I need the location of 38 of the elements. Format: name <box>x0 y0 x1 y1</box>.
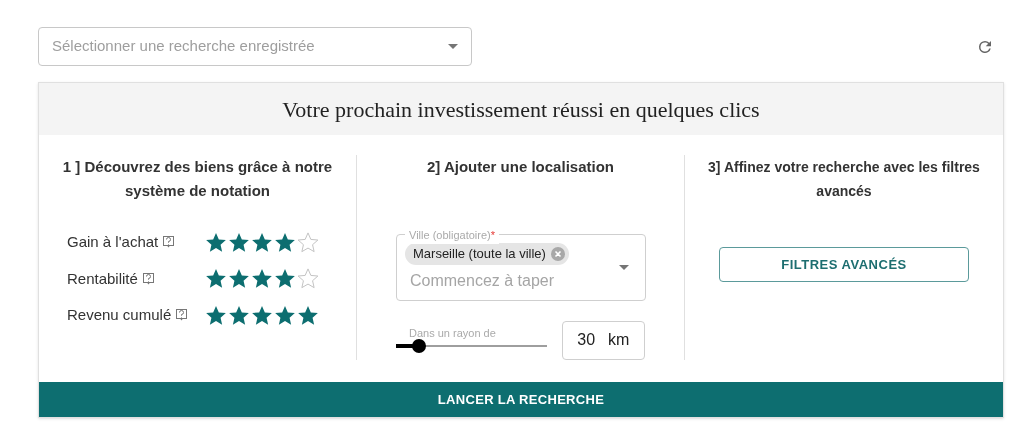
section-heading: 2] Ajouter une localisation <box>426 157 615 177</box>
advanced-filters-button[interactable]: FILTRES AVANCÉS <box>719 247 969 282</box>
section-heading: 1 ] Découvrez des biens grâce à notre système de notation <box>61 157 334 201</box>
star-icon <box>228 304 250 326</box>
star-icon <box>228 231 250 253</box>
rating-label: Gain à l'achat <box>67 232 159 252</box>
radius-field[interactable]: 30 km <box>562 320 645 360</box>
help-icon[interactable] <box>142 272 154 285</box>
star-icon <box>274 231 296 253</box>
launch-search-button[interactable]: LANCER LA RECHERCHE <box>39 382 1003 417</box>
star-icon <box>274 304 296 326</box>
remove-icon[interactable] <box>550 247 565 261</box>
city-input[interactable]: Commencez à taper <box>410 269 610 293</box>
caret-icon <box>448 44 458 49</box>
rating-label: Revenu cumulé <box>67 305 172 325</box>
caret-icon <box>619 265 629 270</box>
radius-label: Dans un rayon de <box>409 326 496 341</box>
unit-label: km <box>608 330 630 350</box>
help-icon[interactable] <box>176 309 188 322</box>
rating-label: Rentabilité <box>67 268 138 289</box>
star-icon <box>297 304 319 326</box>
slider-thumb[interactable] <box>411 339 426 353</box>
star-icon <box>205 268 227 290</box>
empty-star-icon <box>297 268 319 290</box>
star-icon <box>274 268 296 290</box>
radius-value: 30 <box>577 330 596 350</box>
star-icon <box>205 231 227 253</box>
city-chip[interactable]: Marseille (toute la ville) <box>405 243 569 265</box>
dropdown-placeholder: Sélectionner une recherche enregistrée <box>52 36 315 57</box>
help-icon[interactable] <box>163 236 175 249</box>
star-icon <box>251 231 273 253</box>
star-icon <box>205 304 227 326</box>
card-title: Votre prochain investissement réussi en quelques clics <box>282 95 760 124</box>
section-heading: 3] Affinez votre recherche avec les filtres avancés <box>707 158 981 201</box>
star-icon <box>251 268 273 290</box>
star-icon <box>228 268 250 290</box>
empty-star-icon <box>297 231 319 253</box>
star-icon <box>251 304 273 326</box>
